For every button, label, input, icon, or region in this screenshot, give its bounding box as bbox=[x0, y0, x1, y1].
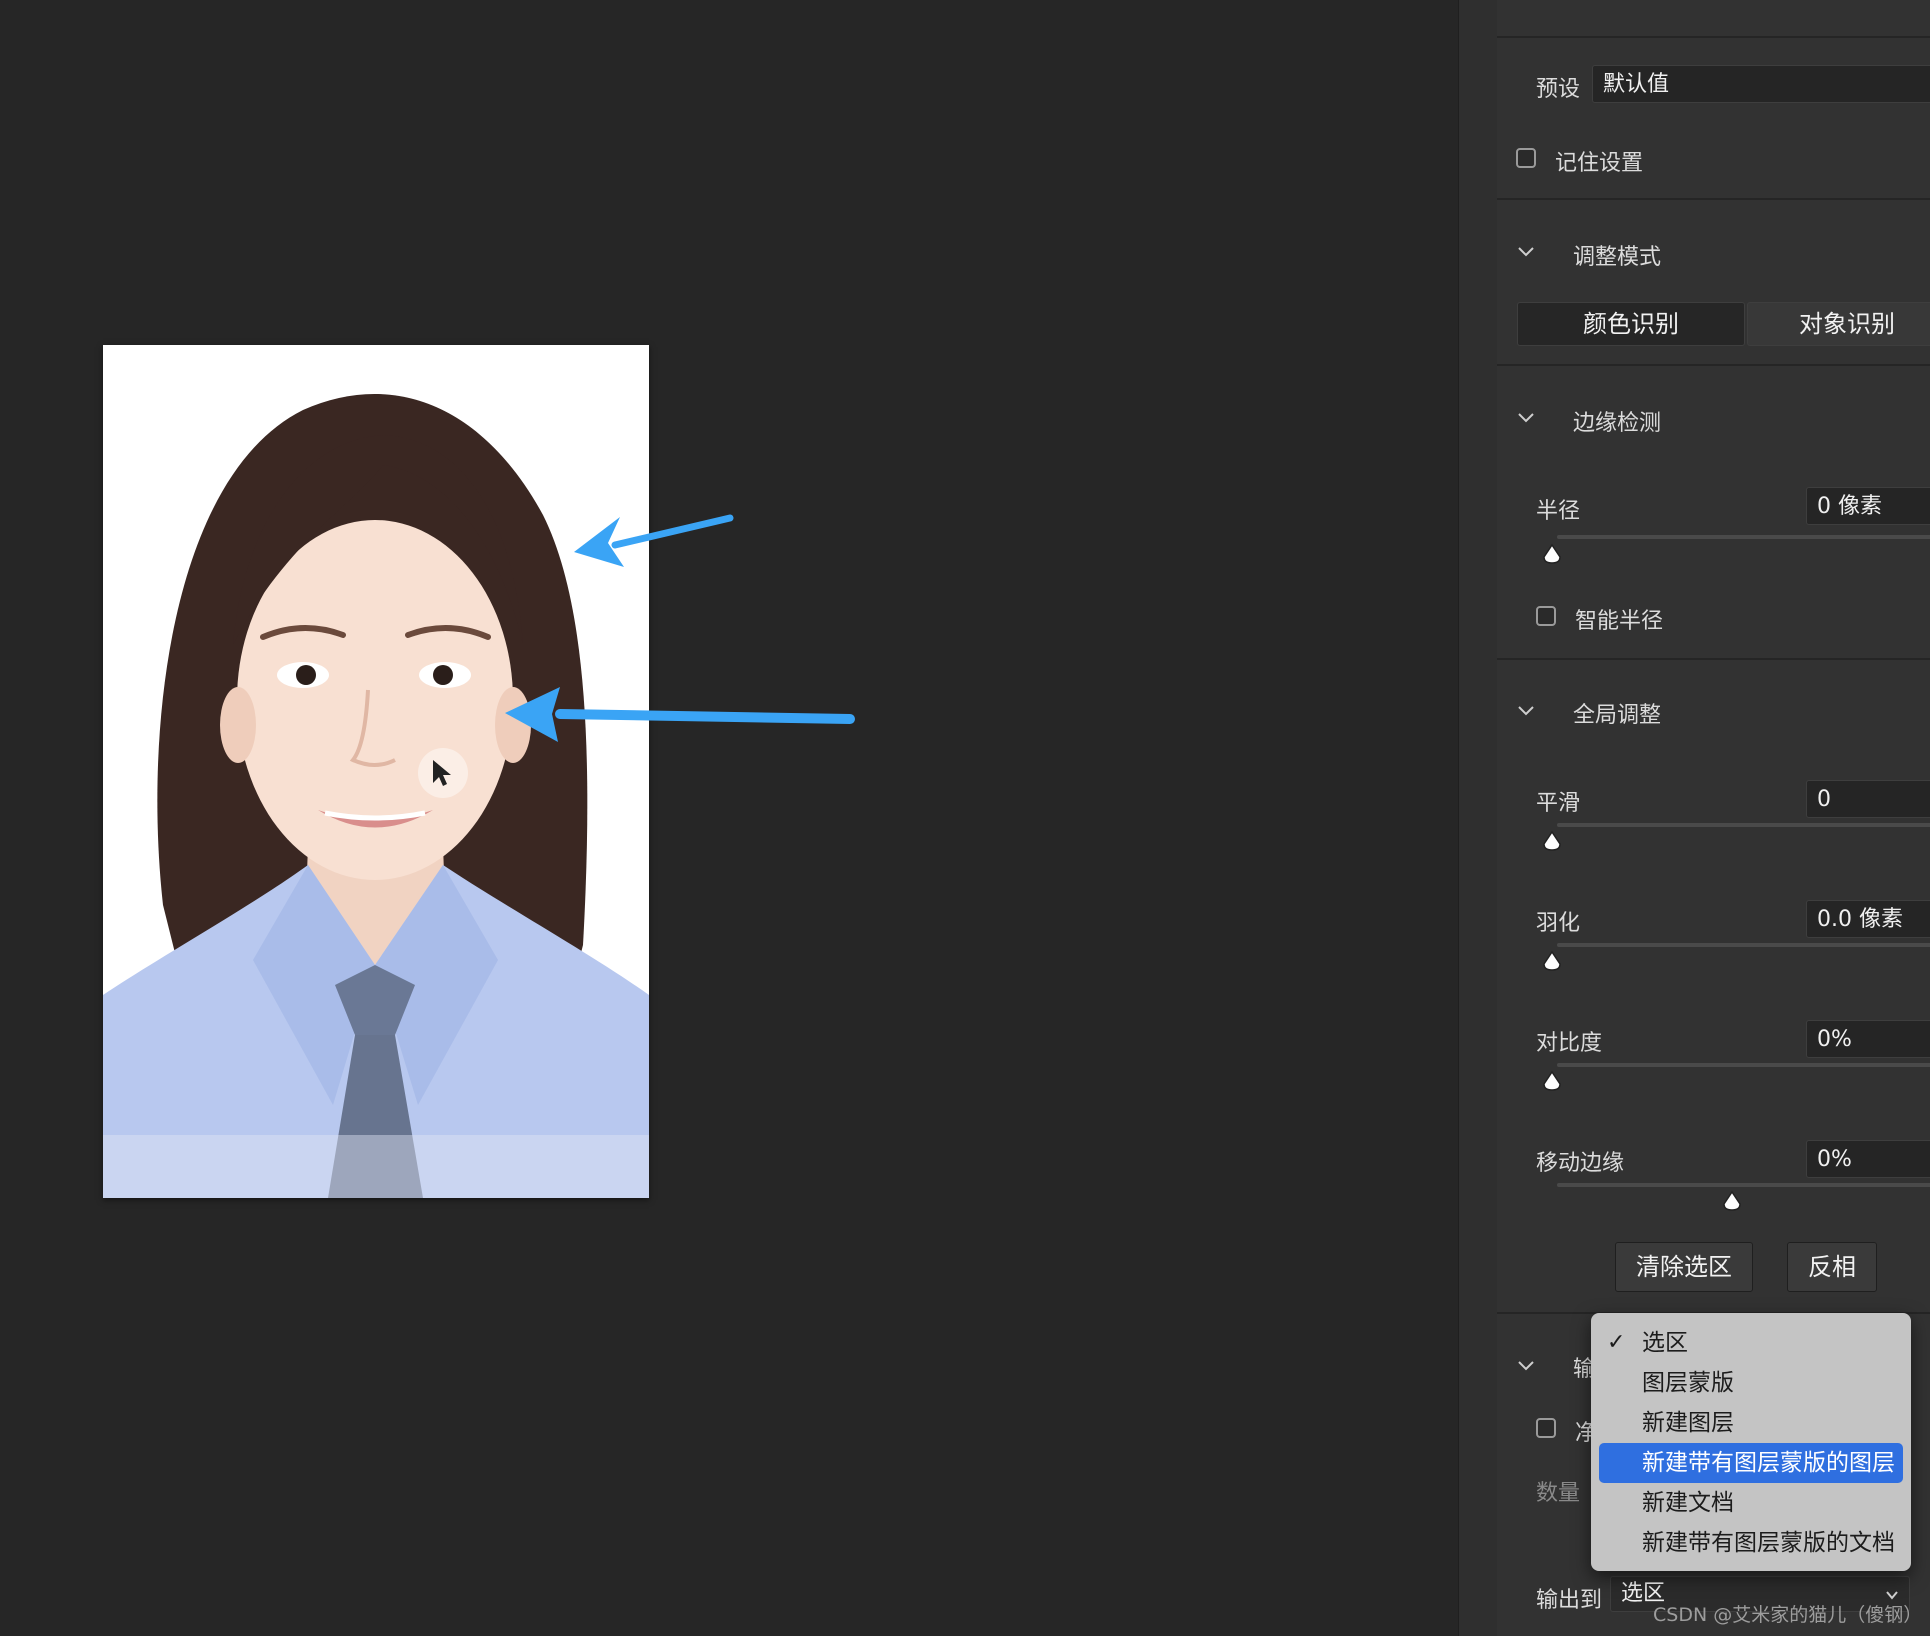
feather-input[interactable]: 0.0 像素 bbox=[1806, 900, 1930, 938]
section-divider bbox=[1497, 658, 1930, 660]
menu-option-label: 新建文档 bbox=[1642, 1490, 1734, 1516]
global-adjust-title: 全局调整 bbox=[1573, 703, 1662, 728]
smooth-slider-thumb[interactable] bbox=[1542, 830, 1562, 852]
menu-option-new-layer-with-mask[interactable]: 新建带有图层蒙版的图层 bbox=[1599, 1443, 1903, 1483]
menu-option-new-document-with-mask[interactable]: 新建带有图层蒙版的文档 bbox=[1599, 1523, 1903, 1563]
feather-label: 羽化 bbox=[1536, 911, 1581, 936]
radius-slider[interactable] bbox=[1557, 535, 1930, 539]
smart-radius-checkbox[interactable] bbox=[1536, 606, 1556, 626]
menu-option-label: 新建带有图层蒙版的文档 bbox=[1642, 1530, 1895, 1556]
preset-select[interactable]: 默认值 bbox=[1592, 65, 1930, 103]
amount-label: 数量 bbox=[1536, 1481, 1581, 1506]
invert-button[interactable]: 反相 bbox=[1787, 1242, 1877, 1292]
shift-edge-slider[interactable] bbox=[1557, 1183, 1930, 1187]
feather-slider[interactable] bbox=[1557, 943, 1930, 947]
shift-edge-input[interactable]: 0% bbox=[1806, 1140, 1930, 1178]
chevron-down-icon[interactable] bbox=[1516, 407, 1536, 427]
menu-option-new-layer[interactable]: 新建图层 bbox=[1599, 1403, 1903, 1443]
edge-detection-title: 边缘检测 bbox=[1573, 411, 1662, 436]
canvas-area[interactable] bbox=[0, 0, 1458, 1636]
contrast-label: 对比度 bbox=[1536, 1031, 1603, 1056]
section-divider bbox=[1497, 364, 1930, 366]
section-divider bbox=[1497, 198, 1930, 200]
contrast-input[interactable]: 0% bbox=[1806, 1020, 1930, 1058]
panel-divider bbox=[1458, 0, 1498, 1636]
watermark: CSDN @艾米家的猫儿（傻钢） bbox=[1653, 1604, 1923, 1626]
output-dropdown-menu: ✓ 选区 图层蒙版 新建图层 新建带有图层蒙版的图层 新建文档 新建带有图层蒙版… bbox=[1591, 1313, 1911, 1571]
remember-settings-checkbox[interactable] bbox=[1516, 148, 1536, 168]
smooth-input[interactable]: 0 bbox=[1806, 780, 1930, 818]
clear-selection-button[interactable]: 清除选区 bbox=[1615, 1242, 1753, 1292]
decontaminate-checkbox[interactable] bbox=[1536, 1418, 1556, 1438]
radius-input[interactable]: 0 像素 bbox=[1806, 487, 1930, 525]
shift-edge-label: 移动边缘 bbox=[1536, 1151, 1625, 1176]
menu-option-label: 新建图层 bbox=[1642, 1410, 1734, 1436]
preset-label: 预设 bbox=[1536, 77, 1581, 102]
smooth-label: 平滑 bbox=[1536, 791, 1581, 816]
menu-option-selection[interactable]: ✓ 选区 bbox=[1599, 1323, 1903, 1363]
menu-option-layer-mask[interactable]: 图层蒙版 bbox=[1599, 1363, 1903, 1403]
portrait-photo bbox=[103, 345, 649, 1198]
menu-option-label: 选区 bbox=[1642, 1330, 1688, 1356]
menu-option-label: 图层蒙版 bbox=[1642, 1370, 1734, 1396]
output-to-label: 输出到 bbox=[1536, 1588, 1603, 1613]
shift-edge-slider-thumb[interactable] bbox=[1722, 1190, 1742, 1212]
adjust-mode-title: 调整模式 bbox=[1573, 245, 1662, 270]
contrast-slider[interactable] bbox=[1557, 1063, 1930, 1067]
feather-slider-thumb[interactable] bbox=[1542, 950, 1562, 972]
mode-color-button[interactable]: 颜色识别 bbox=[1517, 302, 1745, 346]
contrast-slider-thumb[interactable] bbox=[1542, 1070, 1562, 1092]
menu-option-label: 新建带有图层蒙版的图层 bbox=[1642, 1450, 1895, 1476]
section-divider bbox=[1497, 36, 1930, 38]
chevron-down-icon[interactable] bbox=[1516, 700, 1536, 720]
checkmark-icon: ✓ bbox=[1607, 1330, 1626, 1355]
menu-option-new-document[interactable]: 新建文档 bbox=[1599, 1483, 1903, 1523]
remember-settings-label: 记住设置 bbox=[1555, 151, 1644, 176]
radius-slider-thumb[interactable] bbox=[1542, 543, 1562, 565]
chevron-down-icon[interactable] bbox=[1516, 1355, 1536, 1375]
mode-object-button[interactable]: 对象识别 bbox=[1747, 302, 1930, 346]
chevron-down-icon[interactable] bbox=[1516, 241, 1536, 261]
radius-label: 半径 bbox=[1536, 499, 1581, 524]
smart-radius-label: 智能半径 bbox=[1575, 609, 1664, 634]
smooth-slider[interactable] bbox=[1557, 823, 1930, 827]
